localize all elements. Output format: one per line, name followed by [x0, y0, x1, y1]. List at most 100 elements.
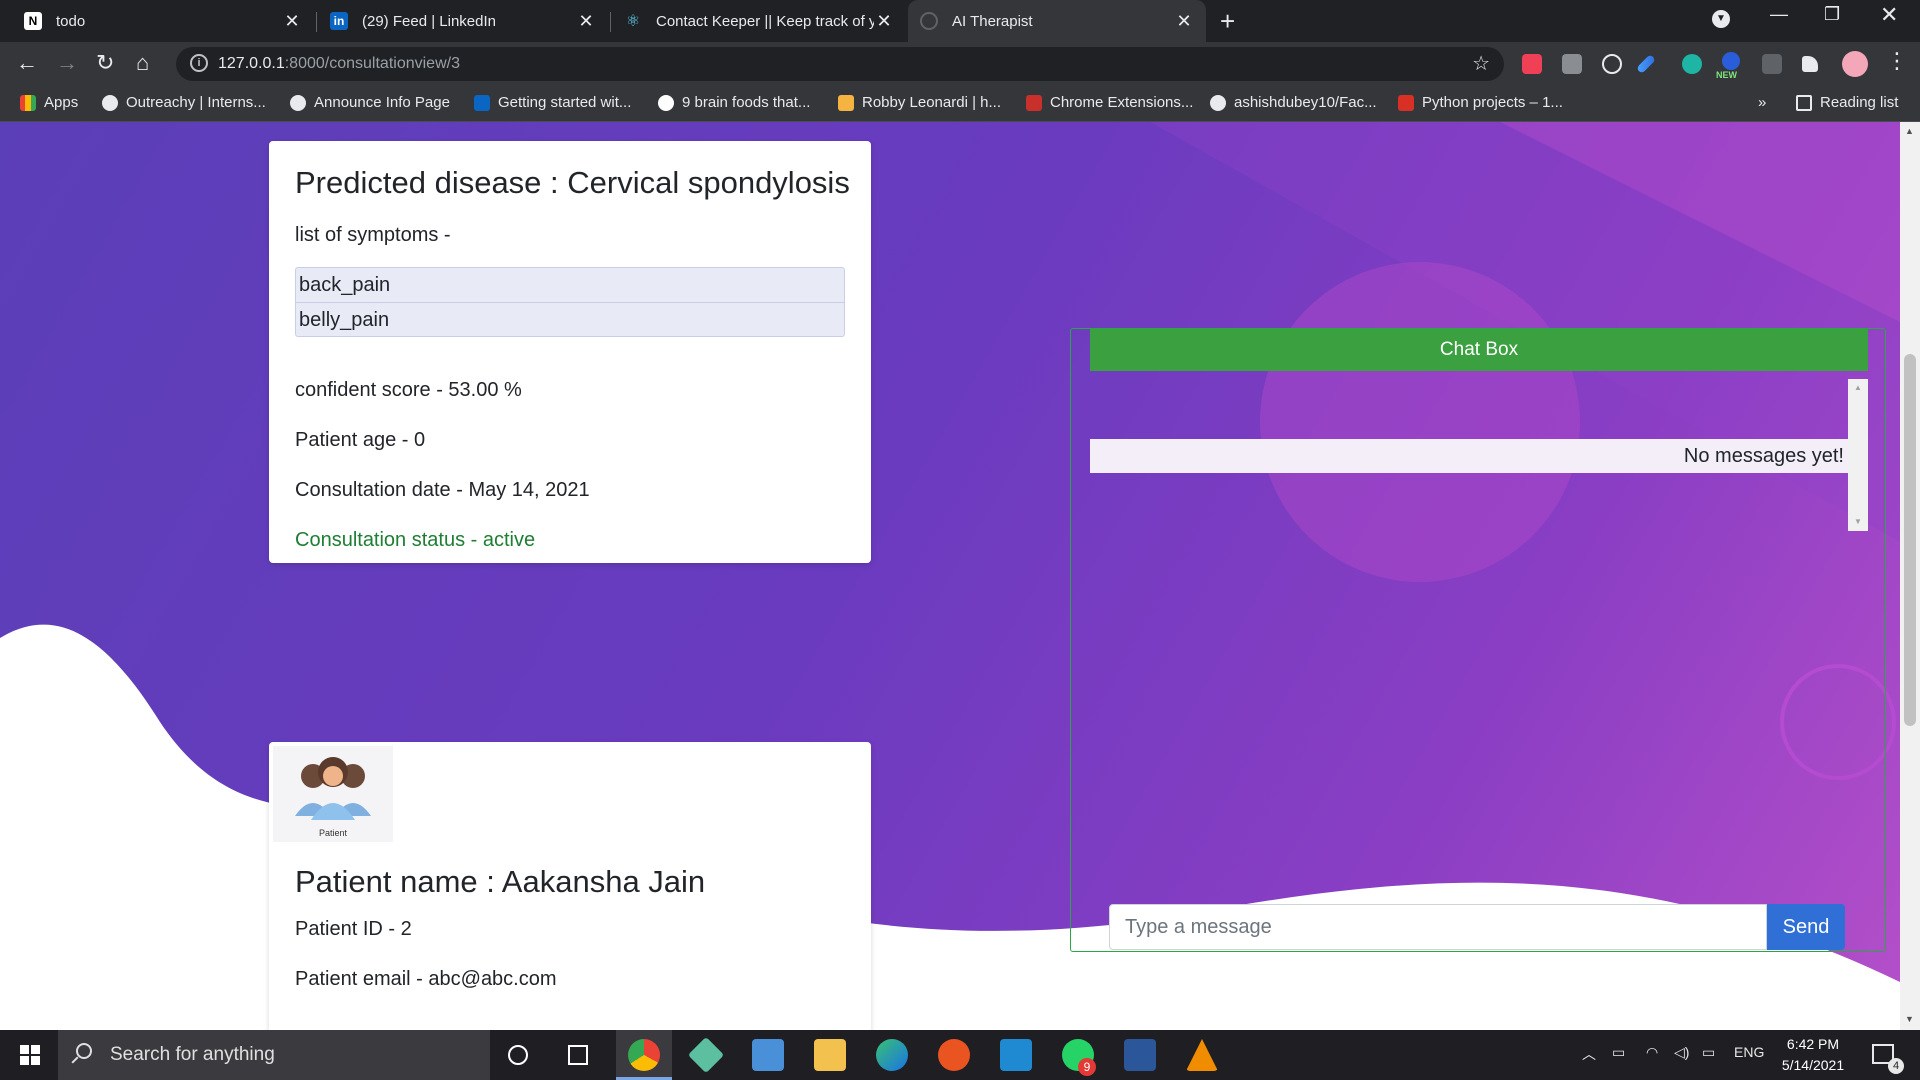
- bookmark-announce[interactable]: Announce Info Page: [290, 94, 450, 111]
- file-explorer-icon[interactable]: [814, 1039, 846, 1071]
- tab-divider: [316, 12, 317, 32]
- windows-start-icon[interactable]: [20, 1045, 40, 1065]
- send-button[interactable]: Send: [1767, 904, 1845, 950]
- puzzle-extensions-icon[interactable]: [1802, 56, 1818, 72]
- task-view-icon[interactable]: [568, 1045, 588, 1065]
- more-menu-icon[interactable]: ⋮: [1886, 48, 1908, 74]
- extension-icon[interactable]: [1562, 54, 1582, 74]
- pocket-extension-icon[interactable]: [1522, 54, 1542, 74]
- search-icon: [76, 1043, 92, 1059]
- react-devtools-icon[interactable]: [1602, 54, 1622, 74]
- globe-icon: [102, 94, 118, 111]
- forward-icon[interactable]: →: [56, 50, 78, 76]
- language-indicator[interactable]: ENG: [1734, 1044, 1764, 1060]
- taskbar-search-box[interactable]: Search for anything: [58, 1030, 490, 1080]
- reload-icon[interactable]: ↻: [96, 50, 114, 76]
- apps-grid-icon: [20, 94, 36, 111]
- home-icon[interactable]: ⌂: [136, 50, 149, 76]
- bookmark-star-icon[interactable]: ☆: [1472, 51, 1490, 76]
- system-clock[interactable]: 6:42 PM 5/14/2021: [1762, 1034, 1864, 1076]
- bookmark-python-projects[interactable]: Python projects – 1...: [1398, 94, 1563, 111]
- reading-list-button[interactable]: Reading list: [1796, 94, 1898, 111]
- tab-divider: [610, 12, 611, 32]
- scroll-down-icon[interactable]: ▼: [1905, 1014, 1914, 1024]
- search-placeholder: Search for anything: [110, 1044, 275, 1065]
- new-extension-icon[interactable]: [1722, 52, 1740, 70]
- patient-avatar: Patient: [273, 746, 393, 842]
- extension-icon: [1026, 94, 1042, 111]
- close-icon[interactable]: ✕: [874, 11, 894, 32]
- bookmark-apps[interactable]: Apps: [20, 94, 78, 111]
- tab-ai-therapist[interactable]: AI Therapist ✕: [908, 0, 1206, 42]
- bookmark-chrome-extensions[interactable]: Chrome Extensions...: [1026, 94, 1193, 111]
- bookmark-label: ashishdubey10/Fac...: [1234, 94, 1377, 111]
- url-text[interactable]: 127.0.0.1:8000/consultationview/3: [218, 55, 460, 73]
- new-tab-button[interactable]: +: [1220, 6, 1235, 37]
- meet-now-icon[interactable]: ▭: [1612, 1044, 1625, 1061]
- message-input[interactable]: Type a message: [1109, 904, 1767, 950]
- close-icon[interactable]: ✕: [576, 11, 596, 32]
- edge-icon[interactable]: [876, 1039, 908, 1071]
- tab-search-icon[interactable]: ▼: [1712, 10, 1730, 28]
- globe-icon: [920, 12, 938, 30]
- scroll-down-icon[interactable]: ▼: [1854, 517, 1862, 526]
- minimize-button[interactable]: —: [1770, 4, 1788, 25]
- site-icon: [658, 94, 674, 111]
- confidence-score: confident score - 53.00 %: [295, 379, 522, 401]
- site-info-icon[interactable]: i: [190, 54, 208, 72]
- close-icon[interactable]: ✕: [1174, 11, 1194, 32]
- show-hidden-icons-chevron[interactable]: ︿: [1582, 1044, 1596, 1064]
- chat-box: Chat Box No messages yet! ▲ ▼: [1070, 328, 1886, 952]
- symptom-item: belly_pain: [296, 302, 844, 336]
- address-bar[interactable]: i 127.0.0.1:8000/consultationview/3 ☆: [176, 47, 1504, 81]
- scroll-up-icon[interactable]: ▲: [1854, 383, 1862, 392]
- clock-time: 6:42 PM: [1786, 1036, 1840, 1052]
- bookmark-label: Apps: [44, 94, 79, 111]
- more-bookmarks-chevron[interactable]: »: [1758, 94, 1766, 111]
- ubuntu-icon[interactable]: [938, 1039, 970, 1071]
- battery-icon[interactable]: ▭: [1702, 1044, 1715, 1061]
- g-extension-icon[interactable]: [1762, 54, 1782, 74]
- chat-message-area[interactable]: No messages yet! ▲ ▼: [1090, 379, 1868, 531]
- store-icon[interactable]: [752, 1039, 784, 1071]
- chat-scrollbar[interactable]: ▲ ▼: [1848, 379, 1868, 531]
- tab-linkedin[interactable]: in (29) Feed | LinkedIn ✕: [318, 0, 608, 42]
- close-icon[interactable]: ✕: [282, 11, 302, 32]
- symptoms-label: list of symptoms -: [295, 224, 451, 246]
- symptom-list: back_pain belly_pain: [295, 267, 845, 337]
- scroll-up-icon[interactable]: ▲: [1905, 126, 1914, 136]
- back-icon[interactable]: ←: [16, 50, 38, 76]
- tab-todo[interactable]: N todo ✕: [12, 0, 314, 42]
- volume-icon[interactable]: ◁): [1674, 1044, 1689, 1061]
- close-window-button[interactable]: ✕: [1880, 2, 1898, 28]
- bookmark-github[interactable]: ashishdubey10/Fac...: [1210, 94, 1377, 111]
- globe-icon: [290, 94, 306, 111]
- m-extension-icon[interactable]: [1682, 54, 1702, 74]
- patient-id: Patient ID - 2: [295, 918, 412, 940]
- restore-button[interactable]: ❐: [1824, 4, 1840, 25]
- scrollbar-thumb[interactable]: [1904, 354, 1916, 726]
- bookmark-brain-foods[interactable]: 9 brain foods that...: [658, 94, 810, 111]
- git-icon[interactable]: [687, 1036, 725, 1074]
- bookmark-robby[interactable]: Robby Leonardi | h...: [838, 94, 1001, 111]
- bookmark-getting-started[interactable]: Getting started wit...: [474, 94, 631, 111]
- word-icon[interactable]: [1124, 1039, 1156, 1071]
- bookmark-outreachy[interactable]: Outreachy | Interns...: [102, 94, 266, 111]
- avatar-caption: Patient: [318, 828, 348, 838]
- bookmark-label: Robby Leonardi | h...: [862, 94, 1001, 111]
- cortana-icon[interactable]: [508, 1045, 528, 1065]
- patient-group-icon: [295, 757, 371, 820]
- chrome-icon[interactable]: [628, 1039, 660, 1071]
- patient-age: Patient age - 0: [295, 429, 426, 451]
- consultation-status: Consultation status - active: [295, 529, 536, 551]
- profile-avatar[interactable]: [1842, 51, 1868, 77]
- page-scrollbar[interactable]: ▲ ▼: [1900, 122, 1920, 1030]
- vlc-icon[interactable]: [1186, 1039, 1218, 1071]
- notification-count-badge: 4: [1888, 1058, 1904, 1074]
- vscode-icon[interactable]: [1000, 1039, 1032, 1071]
- wifi-icon[interactable]: ◠: [1646, 1044, 1658, 1061]
- new-badge: NEW: [1716, 70, 1737, 80]
- tab-title: todo: [56, 12, 86, 30]
- tab-contact-keeper[interactable]: ⚛ Contact Keeper || Keep track of yo ✕: [612, 0, 906, 42]
- pen-extension-icon[interactable]: [1636, 54, 1656, 74]
